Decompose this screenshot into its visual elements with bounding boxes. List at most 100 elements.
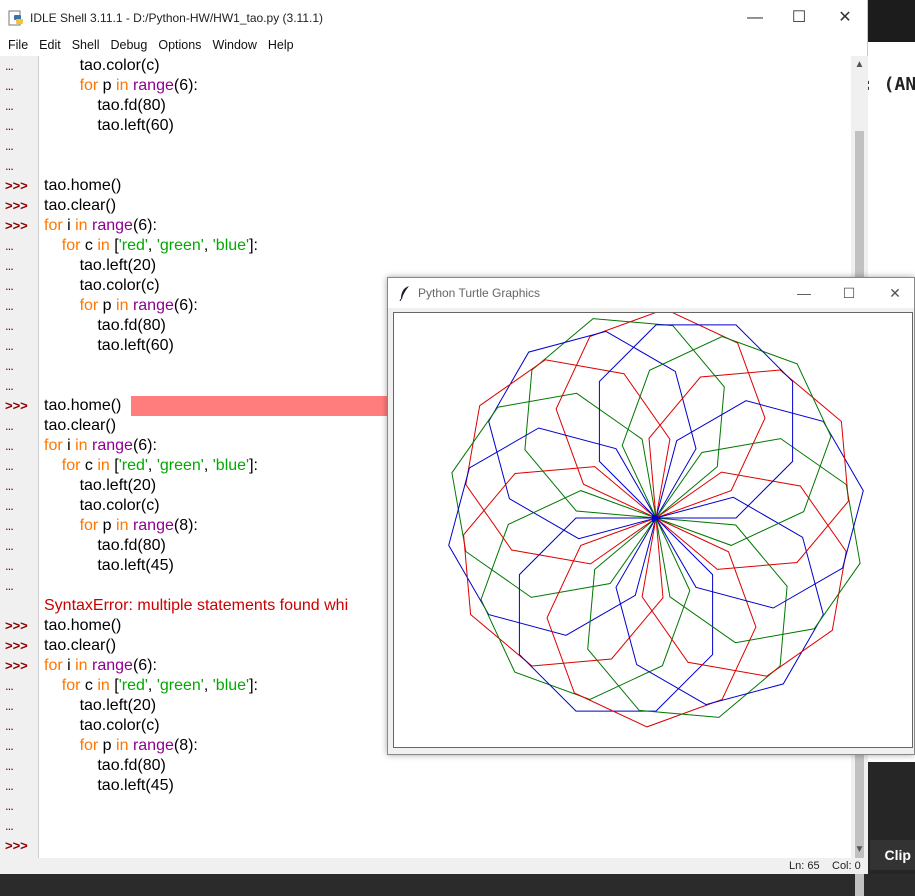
keyword: for [61,457,81,474]
turtle-close-button[interactable]: ✕ [872,278,915,308]
code-text: tao.home() [44,177,122,194]
green-octagon [524,318,725,519]
code-text: c [80,237,98,254]
blue-octagon [615,496,824,706]
code-text: i [62,657,76,674]
code-text: tao.clear() [44,417,117,434]
code-text: , [203,677,213,694]
code-text: [ [109,677,119,694]
continuation-marker: ... [5,158,14,173]
continuation-marker: ... [5,338,14,353]
background-code-fragment: : (AN [862,74,915,95]
code-text: p [98,297,117,314]
code-text: tao.color(c) [44,277,160,294]
keyword: in [75,437,88,454]
code-line: tao.fd(80) [44,96,166,116]
code-line: tao.color(c) [44,276,160,296]
menu-edit[interactable]: Edit [33,37,66,53]
code-line: for c in ['red', 'green', 'blue']: [44,456,258,476]
code-line: for i in range(6): [44,216,157,236]
clip-button[interactable]: Clip [870,840,915,870]
code-text: tao.fd(80) [44,317,166,334]
line-number: Ln: 65 [789,860,820,872]
keyword: in [97,237,110,254]
keyword: in [75,217,88,234]
code-text: p [98,77,117,94]
turtle-title-bar[interactable]: Python Turtle Graphics — ☐ ✕ [388,278,914,308]
feather-icon [399,286,409,301]
keyword: for [61,237,81,254]
keyword: for [79,517,99,534]
builtin: range [132,517,174,534]
code-text: tao.left(20) [44,257,157,274]
builtin: range [92,217,133,234]
blue-octagon [488,330,697,540]
menu-debug[interactable]: Debug [105,37,153,53]
code-line: tao.left(20) [44,476,156,496]
string-literal: 'green' [156,677,204,694]
shell-prompt: >>> [5,198,28,213]
continuation-marker: ... [5,238,14,253]
keyword: in [116,297,129,314]
menu-window[interactable]: Window [206,37,261,53]
status-bar: Ln: 65 Col: 0 [0,858,868,874]
shell-prompt: >>> [5,838,28,853]
builtin: range [92,657,133,674]
code-text: tao.clear() [44,637,117,654]
code-text: c [80,457,98,474]
continuation-marker: ... [5,558,14,573]
background-toolbar [868,0,915,42]
close-button[interactable]: ✕ [822,0,868,36]
code-text: tao.left(20) [44,477,157,494]
code-text: (6): [132,657,157,674]
code-line: tao.color(c) [44,716,160,736]
code-line: for i in range(6): [44,656,157,676]
shell-prompt: >>> [5,398,28,413]
code-line: tao.left(20) [44,256,156,276]
string-literal: 'red' [118,457,148,474]
shell-prompt: >>> [5,218,28,233]
code-line: tao.fd(80) [44,316,166,336]
code-line: tao.left(20) [44,696,156,716]
code-text: tao.fd(80) [44,97,166,114]
code-text: (6): [132,217,157,234]
continuation-marker: ... [5,818,14,833]
title-bar[interactable]: IDLE Shell 3.11.1 - D:/Python-HW/HW1_tao… [0,0,867,36]
menu-options[interactable]: Options [152,37,206,53]
code-text: tao.left(20) [44,697,157,714]
menu-bar: File Edit Shell Debug Options Window Help [0,36,867,57]
keyword: in [97,677,110,694]
code-text: ]: [249,457,258,474]
code-line: for c in ['red', 'green', 'blue']: [44,676,258,696]
continuation-marker: ... [5,358,14,373]
code-text: (6): [173,297,198,314]
menu-file[interactable]: File [0,37,33,53]
maximize-button[interactable]: ☐ [776,0,822,36]
error-message: SyntaxError: multiple statements found w… [44,597,349,614]
code-text: , [203,237,213,254]
red-octagon [555,313,766,519]
menu-help[interactable]: Help [262,37,299,53]
string-literal: 'red' [118,677,148,694]
keyword: for [79,737,99,754]
code-text: [ [109,457,119,474]
prompt-gutter: .................. >>> >>> >>>.............… [0,56,39,858]
code-line: tao.clear() [44,196,116,216]
code-line: tao.clear() [44,416,116,436]
minimize-button[interactable]: — [732,0,778,36]
green-octagon [655,438,861,644]
code-text: , [147,237,157,254]
code-line: tao.color(c) [44,56,160,76]
turtle-maximize-button[interactable]: ☐ [826,278,872,308]
scroll-up-icon[interactable]: ▲ [851,56,868,73]
code-line: tao.fd(80) [44,756,165,776]
turtle-minimize-button[interactable]: — [781,278,827,308]
green-octagon [587,517,788,718]
scroll-down-icon[interactable]: ▼ [851,841,868,858]
turtle-canvas[interactable] [393,312,913,748]
menu-shell[interactable]: Shell [66,37,105,53]
continuation-marker: ... [5,78,14,93]
